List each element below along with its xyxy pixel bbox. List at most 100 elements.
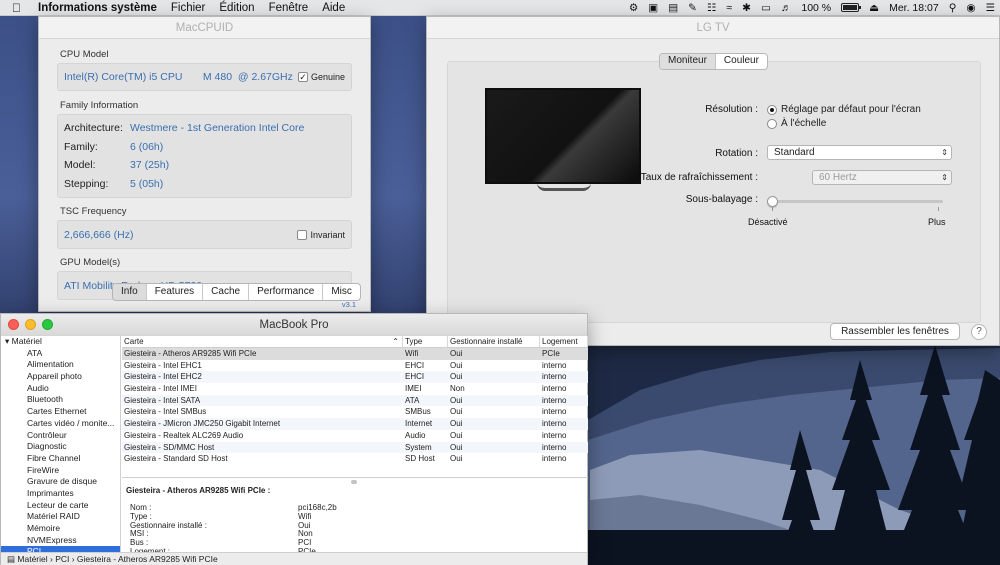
genuine-check-icon[interactable]: ✓ [297, 72, 308, 82]
column-header-carte[interactable]: Carte ⌃ [122, 336, 403, 347]
sidebar-item[interactable]: NVMExpress [1, 535, 120, 547]
path-bar-text[interactable]: Matériel › PCI › Giesteira - Atheros AR9… [17, 554, 217, 564]
sysinfo-titlebar[interactable]: MacBook Pro [1, 314, 587, 336]
sidebar-item[interactable]: Diagnostic [1, 441, 120, 453]
battery-icon[interactable] [836, 2, 864, 14]
invariant-check-icon[interactable] [297, 229, 308, 240]
cell-carte: Giesteira - Intel EHC2 [124, 372, 202, 382]
tab-misc[interactable]: Misc [323, 284, 360, 300]
tab-cache[interactable]: Cache [203, 284, 250, 300]
help-icon[interactable]: ? [971, 324, 987, 340]
cell-gestionnaire: Oui [450, 454, 463, 464]
computer-icon: ▤ [7, 554, 16, 564]
column-header-type[interactable]: Type [403, 336, 448, 347]
tab-couleur[interactable]: Couleur [716, 54, 767, 69]
family-value: 37 (25h) [130, 159, 170, 172]
tab-performance[interactable]: Performance [249, 284, 324, 300]
sidebar-item[interactable]: Fibre Channel [1, 453, 120, 465]
table-row[interactable]: Giesteira - Realtek ALC269 Audio Audio Oui… [122, 430, 588, 442]
menu-edition[interactable]: Édition [212, 2, 261, 14]
radio-unselected-icon[interactable] [767, 118, 777, 129]
table-row[interactable]: Giesteira - Standard SD Host SD Host Oui in… [122, 453, 588, 465]
cell-type: IMEI [405, 384, 422, 394]
disclosure-triangle-icon[interactable]: ▾ [5, 336, 9, 346]
table-row[interactable]: Giesteira - SD/MMC Host System Oui interno [122, 441, 588, 454]
table-row[interactable]: Giesteira - Intel EHC1 EHCI Oui interno [122, 360, 588, 372]
tab-features[interactable]: Features [147, 284, 204, 300]
volume-icon[interactable]: ♬ [776, 2, 797, 14]
user-avatar-icon[interactable]: ◉ [961, 2, 980, 14]
sidebar-item[interactable]: Contrôleur [1, 430, 120, 442]
bluetooth-icon[interactable]: ✱ [737, 2, 756, 14]
underscan-label: Sous-balayage : [685, 194, 758, 205]
underscan-slider-knob[interactable] [767, 196, 778, 207]
column-header-logement[interactable]: Logement [540, 336, 588, 347]
maccpuid-titlebar[interactable]: MacCPUID [39, 17, 370, 39]
apple-icon[interactable]:  [0, 1, 31, 15]
zoom-icon[interactable] [42, 319, 53, 330]
resolution-option-label: À l'échelle [781, 118, 827, 129]
cpu-meter-icon[interactable]: ☷ [702, 2, 721, 14]
resolution-label: Résolution : [705, 104, 758, 115]
clipboard-icon[interactable]: ✎ [683, 2, 702, 14]
rotation-select[interactable]: Standard ⇕ [767, 145, 952, 160]
wifi-icon[interactable]: ≈ [721, 2, 737, 14]
menu-fenetre[interactable]: Fenêtre [262, 2, 316, 14]
tab-info[interactable]: Info [113, 284, 147, 300]
airplay-icon[interactable]: ▭ [756, 2, 776, 14]
detail-row: MSI : Non [122, 530, 588, 539]
family-key: Stepping: [64, 177, 109, 190]
sidebar-header-materiel[interactable]: ▾ Matériel [1, 336, 120, 348]
tab-moniteur[interactable]: Moniteur [660, 54, 716, 69]
sidebar-item[interactable]: FireWire [1, 465, 120, 477]
cell-type: SMBus [405, 407, 431, 417]
invariant-checkbox[interactable]: Invariant [297, 229, 345, 240]
battery-percent[interactable]: 100 % [796, 2, 836, 14]
sidebar-item[interactable]: Appareil photo [1, 371, 120, 383]
family-info-label: Family Information [60, 100, 139, 111]
eject-icon[interactable]: ⏏ [864, 2, 884, 14]
sidebar-item[interactable]: Cartes vidéo / monite... [1, 418, 120, 430]
underscan-slider-track[interactable] [767, 200, 943, 203]
sidebar-item[interactable]: Lecteur de carte [1, 500, 120, 512]
family-row-stepping: Stepping: 5 (05h) [64, 175, 345, 194]
close-icon[interactable] [8, 319, 19, 330]
genuine-checkbox[interactable]: ✓ Genuine [297, 72, 345, 82]
lgtv-titlebar[interactable]: LG TV [427, 17, 999, 39]
cell-carte: Giesteira - Intel EHC1 [124, 360, 202, 370]
menu-aide[interactable]: Aide [315, 2, 352, 14]
gear-icon[interactable]: ⚙ [624, 2, 643, 14]
menubar-clock[interactable]: Mer. 18:07 [884, 2, 944, 14]
split-view-handle[interactable] [351, 480, 357, 484]
column-header-gestionnaire[interactable]: Gestionnaire installé [448, 336, 540, 347]
table-row[interactable]: Giesteira - JMicron JMC250 Gigabit Inter… [122, 418, 588, 430]
cell-type: ATA [405, 395, 420, 405]
sidebar-item[interactable]: Audio [1, 383, 120, 395]
spotlight-search-icon[interactable]: ⚲ [944, 2, 962, 14]
gather-windows-button[interactable]: Rassembler les fenêtres [830, 323, 960, 340]
table-row[interactable]: Giesteira - Intel IMEI IMEI Non interno [122, 383, 588, 395]
sidebar-item[interactable]: ATA [1, 348, 120, 360]
table-row[interactable]: Giesteira - Intel SMBus SMBus Oui interno [122, 406, 588, 418]
notification-center-icon[interactable]: ☰ [981, 2, 1000, 14]
sidebar-item[interactable]: Bluetooth [1, 394, 120, 406]
sidebar-item[interactable]: Imprimantes [1, 488, 120, 500]
sidebar-item[interactable]: Mémoire [1, 523, 120, 535]
cell-logement: interno [542, 419, 567, 429]
sidebar-item[interactable]: Gravure de disque [1, 476, 120, 488]
sidebar-item[interactable]: Alimentation [1, 359, 120, 371]
menu-app-name[interactable]: Informations système [31, 2, 164, 14]
radio-selected-icon[interactable] [767, 104, 777, 115]
menu-fichier[interactable]: Fichier [164, 2, 213, 14]
table-row[interactable]: Giesteira - Atheros AR9285 Wifi PCIe Wifi… [122, 348, 588, 360]
menu-extra-icon[interactable]: ▤ [663, 2, 683, 14]
sidebar-item[interactable]: Matériel RAID [1, 511, 120, 523]
minimize-icon[interactable] [25, 319, 36, 330]
table-row[interactable]: Giesteira - Intel SATA ATA Oui interno [122, 394, 588, 407]
resolution-option-scaled[interactable]: À l'échelle [767, 118, 826, 129]
resolution-option-default[interactable]: Réglage par défaut pour l'écran [767, 104, 921, 115]
refresh-rate-select[interactable]: 60 Hertz ⇕ [812, 170, 952, 185]
sidebar-item[interactable]: Cartes Ethernet [1, 406, 120, 418]
table-row[interactable]: Giesteira - Intel EHC2 EHCI Oui interno [122, 371, 588, 384]
display-icon[interactable]: ▣ [643, 2, 663, 14]
